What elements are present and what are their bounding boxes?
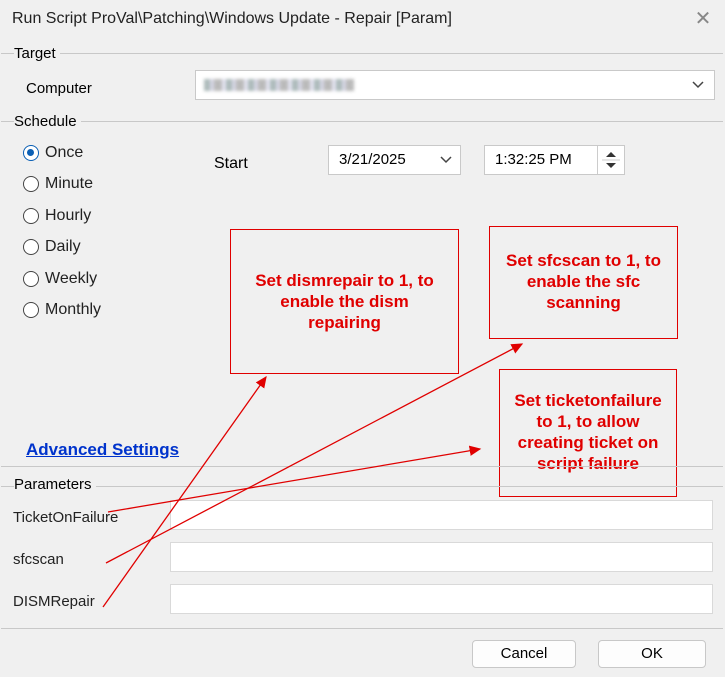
annotation-sfc: Set sfcscan to 1, to enable the sfc scan… (489, 226, 678, 339)
radio-daily[interactable] (23, 239, 39, 255)
annotation-sfc-line-2: enable the sfc (526, 272, 641, 291)
start-date-value: 3/21/2025 (339, 151, 406, 168)
param-ticketonfailure-input[interactable] (170, 500, 713, 530)
radio-monthly[interactable] (23, 302, 39, 318)
radio-monthly-label: Monthly (45, 301, 102, 318)
start-time-value: 1:32:25 PM (495, 151, 572, 168)
footer-divider (1, 628, 723, 629)
computer-name-redacted (204, 79, 354, 91)
computer-combobox[interactable] (195, 70, 715, 100)
schedule-divider (1, 121, 723, 122)
radio-hourly-label: Hourly (45, 207, 92, 224)
annotation-sfc-line-3: scanning (546, 293, 621, 312)
parameters-section-label: Parameters (14, 476, 96, 493)
radio-weekly[interactable] (23, 271, 39, 287)
annotation-dism-line-1: Set dismrepair to 1, to (255, 271, 434, 290)
param-ticketonfailure-label: TicketOnFailure (13, 509, 119, 526)
chevron-down-icon[interactable] (440, 151, 452, 173)
chevron-down-icon[interactable] (692, 75, 704, 98)
spinner-icon[interactable] (597, 146, 624, 174)
target-section-label: Target (14, 45, 60, 62)
radio-weekly-label: Weekly (45, 270, 98, 287)
annotation-sfc-line-1: Set sfcscan to 1, to (506, 251, 661, 270)
cancel-button[interactable]: Cancel (472, 640, 576, 668)
radio-daily-label: Daily (45, 238, 81, 255)
annotation-dism-line-2: enable the dism (280, 292, 409, 311)
param-sfcscan-label: sfcscan (13, 551, 64, 568)
annotation-dism-line-3: repairing (308, 313, 381, 332)
close-icon[interactable]: ✕ (692, 8, 714, 30)
advanced-settings-link[interactable]: Advanced Settings (26, 440, 179, 460)
ok-button[interactable]: OK (598, 640, 706, 668)
param-dismrepair-label: DISMRepair (13, 593, 95, 610)
param-dismrepair-input[interactable] (170, 584, 713, 614)
annotation-dism: Set dismrepair to 1, to enable the dism … (230, 229, 459, 374)
radio-once-label: Once (45, 144, 84, 161)
param-sfcscan-input[interactable] (170, 542, 713, 572)
annotation-ticket-line-1: Set ticketonfailure (514, 391, 662, 410)
annotation-ticket-line-3: creating ticket on (517, 433, 659, 452)
annotation-ticket-line-2: to 1, to allow (536, 412, 640, 431)
window-title: Run Script ProVal\Patching\Windows Updat… (12, 10, 452, 27)
radio-minute-label: Minute (45, 175, 94, 192)
start-date-picker[interactable]: 3/21/2025 (328, 145, 461, 175)
start-label: Start (214, 155, 248, 172)
radio-minute[interactable] (23, 176, 39, 192)
computer-label: Computer (26, 80, 92, 97)
schedule-section-label: Schedule (14, 113, 81, 130)
radio-hourly[interactable] (23, 208, 39, 224)
target-divider (1, 53, 723, 54)
radio-once[interactable] (23, 145, 39, 161)
start-time-picker[interactable]: 1:32:25 PM (484, 145, 625, 175)
